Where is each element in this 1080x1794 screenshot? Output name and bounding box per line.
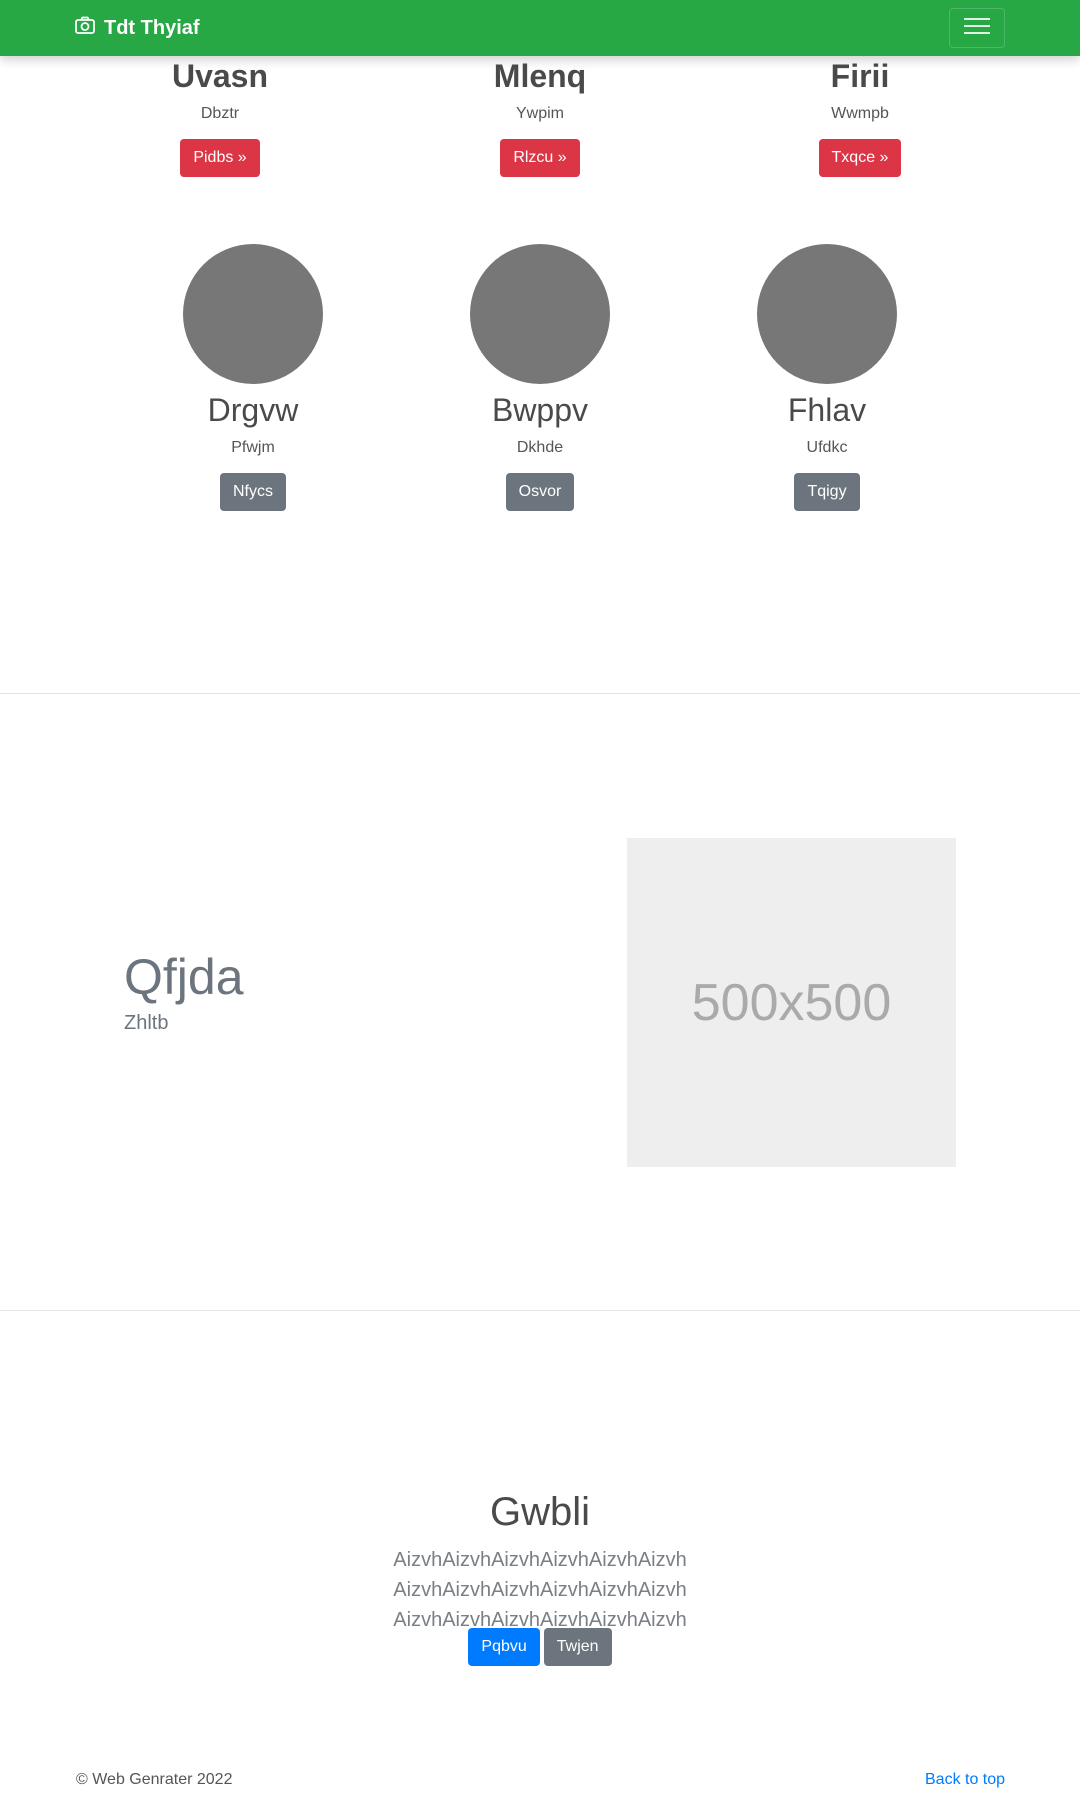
card-button[interactable]: Rlzcu »	[500, 139, 580, 177]
card-subtitle: Wwmpb	[831, 105, 889, 122]
person-button[interactable]: Nfycs	[220, 473, 286, 511]
person-subtitle: Dkhde	[516, 439, 564, 456]
cta-secondary-button[interactable]: Twjen	[543, 1628, 612, 1666]
card-subtitle: Dbztr	[200, 105, 240, 122]
person-button[interactable]: Tqigy	[794, 473, 860, 511]
person-button[interactable]: Osvor	[505, 473, 575, 511]
card-title: Mlenq	[493, 58, 587, 94]
top-card: Firii Wwmpb Txqce »	[740, 58, 980, 177]
camera-icon	[75, 16, 95, 40]
card-button[interactable]: Txqce »	[818, 139, 902, 177]
card-title: Firii	[830, 58, 890, 94]
footer-copyright: © Web Genrater 2022	[76, 1771, 233, 1788]
person-card: Bwppv Dkhde Osvor	[420, 244, 660, 511]
card-button[interactable]: Pidbs »	[180, 139, 260, 177]
card-subtitle: Ywpim	[515, 105, 564, 122]
navbar-brand[interactable]: Tdt Thyiaf	[75, 0, 200, 56]
cta-button-group: Pqbvu Twjen	[0, 1628, 1080, 1666]
person-name: Bwppv	[491, 392, 589, 428]
brand-name: Tdt Thyiaf	[104, 16, 200, 39]
top-card: Uvasn Dbztr Pidbs »	[100, 58, 340, 177]
cta-primary-button[interactable]: Pqbvu	[468, 1628, 540, 1666]
person-subtitle: Ufdkc	[806, 439, 848, 456]
person-subtitle: Pfwjm	[231, 439, 275, 456]
section-divider	[0, 693, 1080, 694]
section-divider	[0, 1310, 1080, 1311]
feature-subtitle: Zhltb	[124, 1012, 169, 1034]
person-name: Fhlav	[787, 392, 867, 428]
person-card: Drgvw Pfwjm Nfycs	[133, 244, 373, 511]
back-to-top-link[interactable]: Back to top	[925, 1771, 1005, 1789]
card-title: Uvasn	[171, 58, 269, 94]
navbar: Tdt Thyiaf	[0, 0, 1080, 56]
cta-title: Gwbli	[489, 1490, 591, 1534]
feature-image-placeholder: 500x500	[627, 838, 956, 1167]
hamburger-menu-icon	[964, 16, 990, 41]
avatar	[470, 244, 610, 384]
cta-text: AizvhAizvhAizvhAizvhAizvhAizvh AizvhAizv…	[393, 1549, 687, 1631]
image-size-label: 500x500	[691, 973, 892, 1032]
feature-title: Qfjda	[124, 949, 244, 1005]
navbar-toggler-button[interactable]	[949, 8, 1005, 48]
avatar	[757, 244, 897, 384]
person-name: Drgvw	[207, 392, 299, 428]
top-card: Mlenq Ywpim Rlzcu »	[420, 58, 660, 177]
person-card: Fhlav Ufdkc Tqigy	[707, 244, 947, 511]
avatar	[183, 244, 323, 384]
